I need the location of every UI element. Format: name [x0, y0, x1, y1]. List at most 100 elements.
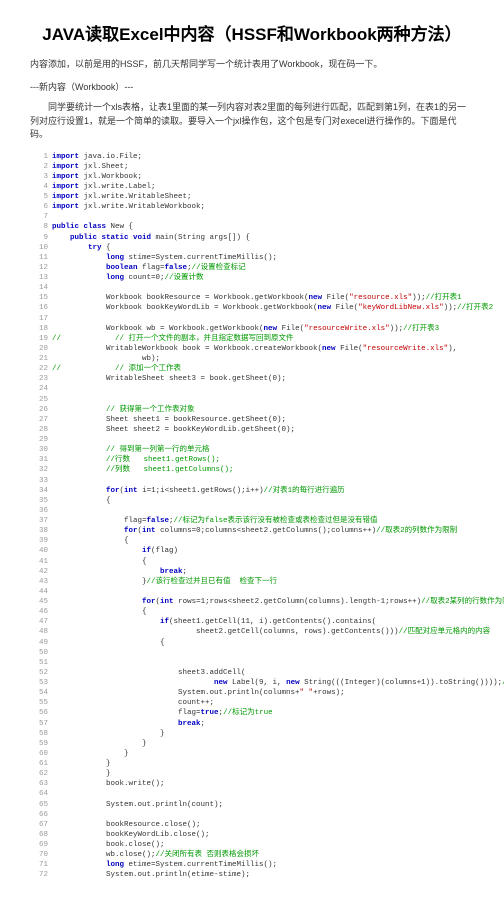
line-number: 20: [30, 344, 48, 354]
code-line: 1import java.io.File;: [30, 152, 474, 162]
code-line: 69 book.close();: [30, 840, 474, 850]
code-content: import jxl.write.WritableWorkbook;: [48, 202, 205, 212]
code-content: wb.close();//关闭所有表 否则表格会损坏: [48, 850, 259, 860]
code-line: 63 book.write();: [30, 779, 474, 789]
code-content: //列数 sheet1.getColumns();: [48, 465, 234, 475]
code-line: 64: [30, 789, 474, 799]
code-content: flag=true;//标记为true: [48, 708, 273, 718]
code-content: [48, 587, 52, 597]
code-line: 20 WritableWorkbook book = Workbook.crea…: [30, 344, 474, 354]
line-number: 66: [30, 810, 48, 820]
code-line: 40 if(flag): [30, 546, 474, 556]
line-number: 60: [30, 749, 48, 759]
code-line: 2import jxl.Sheet;: [30, 162, 474, 172]
code-line: 52 sheet3.addCell(: [30, 668, 474, 678]
code-line: 46 {: [30, 607, 474, 617]
code-content: {: [48, 607, 147, 617]
line-number: 33: [30, 476, 48, 486]
code-content: bookKeyWordLib.close();: [48, 830, 210, 840]
code-line: 48 sheet2.getCell(columns, rows).getCont…: [30, 627, 474, 637]
line-number: 65: [30, 800, 48, 810]
code-line: 38 for(int columns=0;columns<sheet2.getC…: [30, 526, 474, 536]
code-content: [48, 476, 52, 486]
line-number: 56: [30, 708, 48, 718]
code-line: 4import jxl.write.Label;: [30, 182, 474, 192]
line-number: 34: [30, 486, 48, 496]
intro-text: 内容添加，以前是用的HSSF，前几天帮同学写一个统计表用了Workbook，现在…: [30, 57, 474, 70]
code-content: {: [48, 557, 147, 567]
code-line: 62 }: [30, 769, 474, 779]
code-content: }: [48, 759, 111, 769]
code-content: long stime=System.currentTimeMillis();: [48, 253, 277, 263]
line-number: 11: [30, 253, 48, 263]
line-number: 27: [30, 415, 48, 425]
line-number: 37: [30, 516, 48, 526]
line-number: 57: [30, 719, 48, 729]
code-line: 17: [30, 314, 474, 324]
code-line: 56 flag=true;//标记为true: [30, 708, 474, 718]
code-line: 35 {: [30, 496, 474, 506]
code-line: 30 // 得到第一列第一行的单元格: [30, 445, 474, 455]
line-number: 40: [30, 546, 48, 556]
code-content: // // 添加一个工作表: [48, 364, 181, 374]
code-line: 41 {: [30, 557, 474, 567]
code-content: long etime=System.currentTimeMillis();: [48, 860, 277, 870]
code-content: import jxl.write.Label;: [48, 182, 156, 192]
code-line: 61 }: [30, 759, 474, 769]
line-number: 35: [30, 496, 48, 506]
code-content: wb);: [48, 354, 160, 364]
line-number: 47: [30, 617, 48, 627]
code-content: // 获得第一个工作表对象: [48, 405, 195, 415]
code-line: 28 Sheet sheet2 = bookKeyWordLib.getShee…: [30, 425, 474, 435]
line-number: 43: [30, 577, 48, 587]
section-heading: ---新内容（Workbook）---: [30, 80, 474, 93]
code-line: 43 }//该行检查过并且已有值 检查下一行: [30, 577, 474, 587]
line-number: 48: [30, 627, 48, 637]
code-content: for(int i=1;i<sheet1.getRows();i++)//对表1…: [48, 486, 345, 496]
line-number: 59: [30, 739, 48, 749]
line-number: 42: [30, 567, 48, 577]
code-content: book.close();: [48, 840, 165, 850]
code-line: 6import jxl.write.WritableWorkbook;: [30, 202, 474, 212]
code-line: 65 System.out.println(count);: [30, 800, 474, 810]
code-content: }: [48, 729, 165, 739]
line-number: 51: [30, 658, 48, 668]
code-line: 33: [30, 476, 474, 486]
code-content: boolean flag=false;//设置检查标记: [48, 263, 246, 273]
line-number: 58: [30, 729, 48, 739]
code-line: 12 boolean flag=false;//设置检查标记: [30, 263, 474, 273]
code-line: 26 // 获得第一个工作表对象: [30, 405, 474, 415]
code-content: [48, 506, 52, 516]
code-line: 55 count++;: [30, 698, 474, 708]
code-content: Workbook wb = Workbook.getWorkbook(new F…: [48, 324, 439, 334]
line-number: 21: [30, 354, 48, 364]
line-number: 69: [30, 840, 48, 850]
code-content: [48, 435, 52, 445]
code-line: 57 break;: [30, 719, 474, 729]
code-block: 1import java.io.File;2import jxl.Sheet; 3…: [30, 152, 474, 881]
line-number: 24: [30, 384, 48, 394]
code-line: 22// // 添加一个工作表: [30, 364, 474, 374]
line-number: 45: [30, 597, 48, 607]
code-content: import jxl.Sheet;: [48, 162, 129, 172]
code-content: Sheet sheet1 = bookResource.getSheet(0);: [48, 415, 286, 425]
code-content: [48, 810, 52, 820]
code-line: 54 System.out.println(columns+" "+rows);: [30, 688, 474, 698]
line-number: 17: [30, 314, 48, 324]
code-content: }: [48, 749, 129, 759]
line-number: 72: [30, 870, 48, 880]
code-line: 24: [30, 384, 474, 394]
line-number: 32: [30, 465, 48, 475]
code-line: 53 new Label(9, i, new String(((Integer)…: [30, 678, 474, 688]
line-number: 46: [30, 607, 48, 617]
line-number: 64: [30, 789, 48, 799]
code-line: 36: [30, 506, 474, 516]
code-line: 34 for(int i=1;i<sheet1.getRows();i++)//…: [30, 486, 474, 496]
code-line: 14: [30, 283, 474, 293]
code-line: 16 Workbook bookKeyWordLib = Workbook.ge…: [30, 303, 474, 313]
line-number: 39: [30, 536, 48, 546]
code-line: 37 flag=false;//标记为false表示该行没有被检查或表检查过但是…: [30, 516, 474, 526]
line-number: 26: [30, 405, 48, 415]
code-content: System.out.println(columns+" "+rows);: [48, 688, 345, 698]
code-line: 44: [30, 587, 474, 597]
